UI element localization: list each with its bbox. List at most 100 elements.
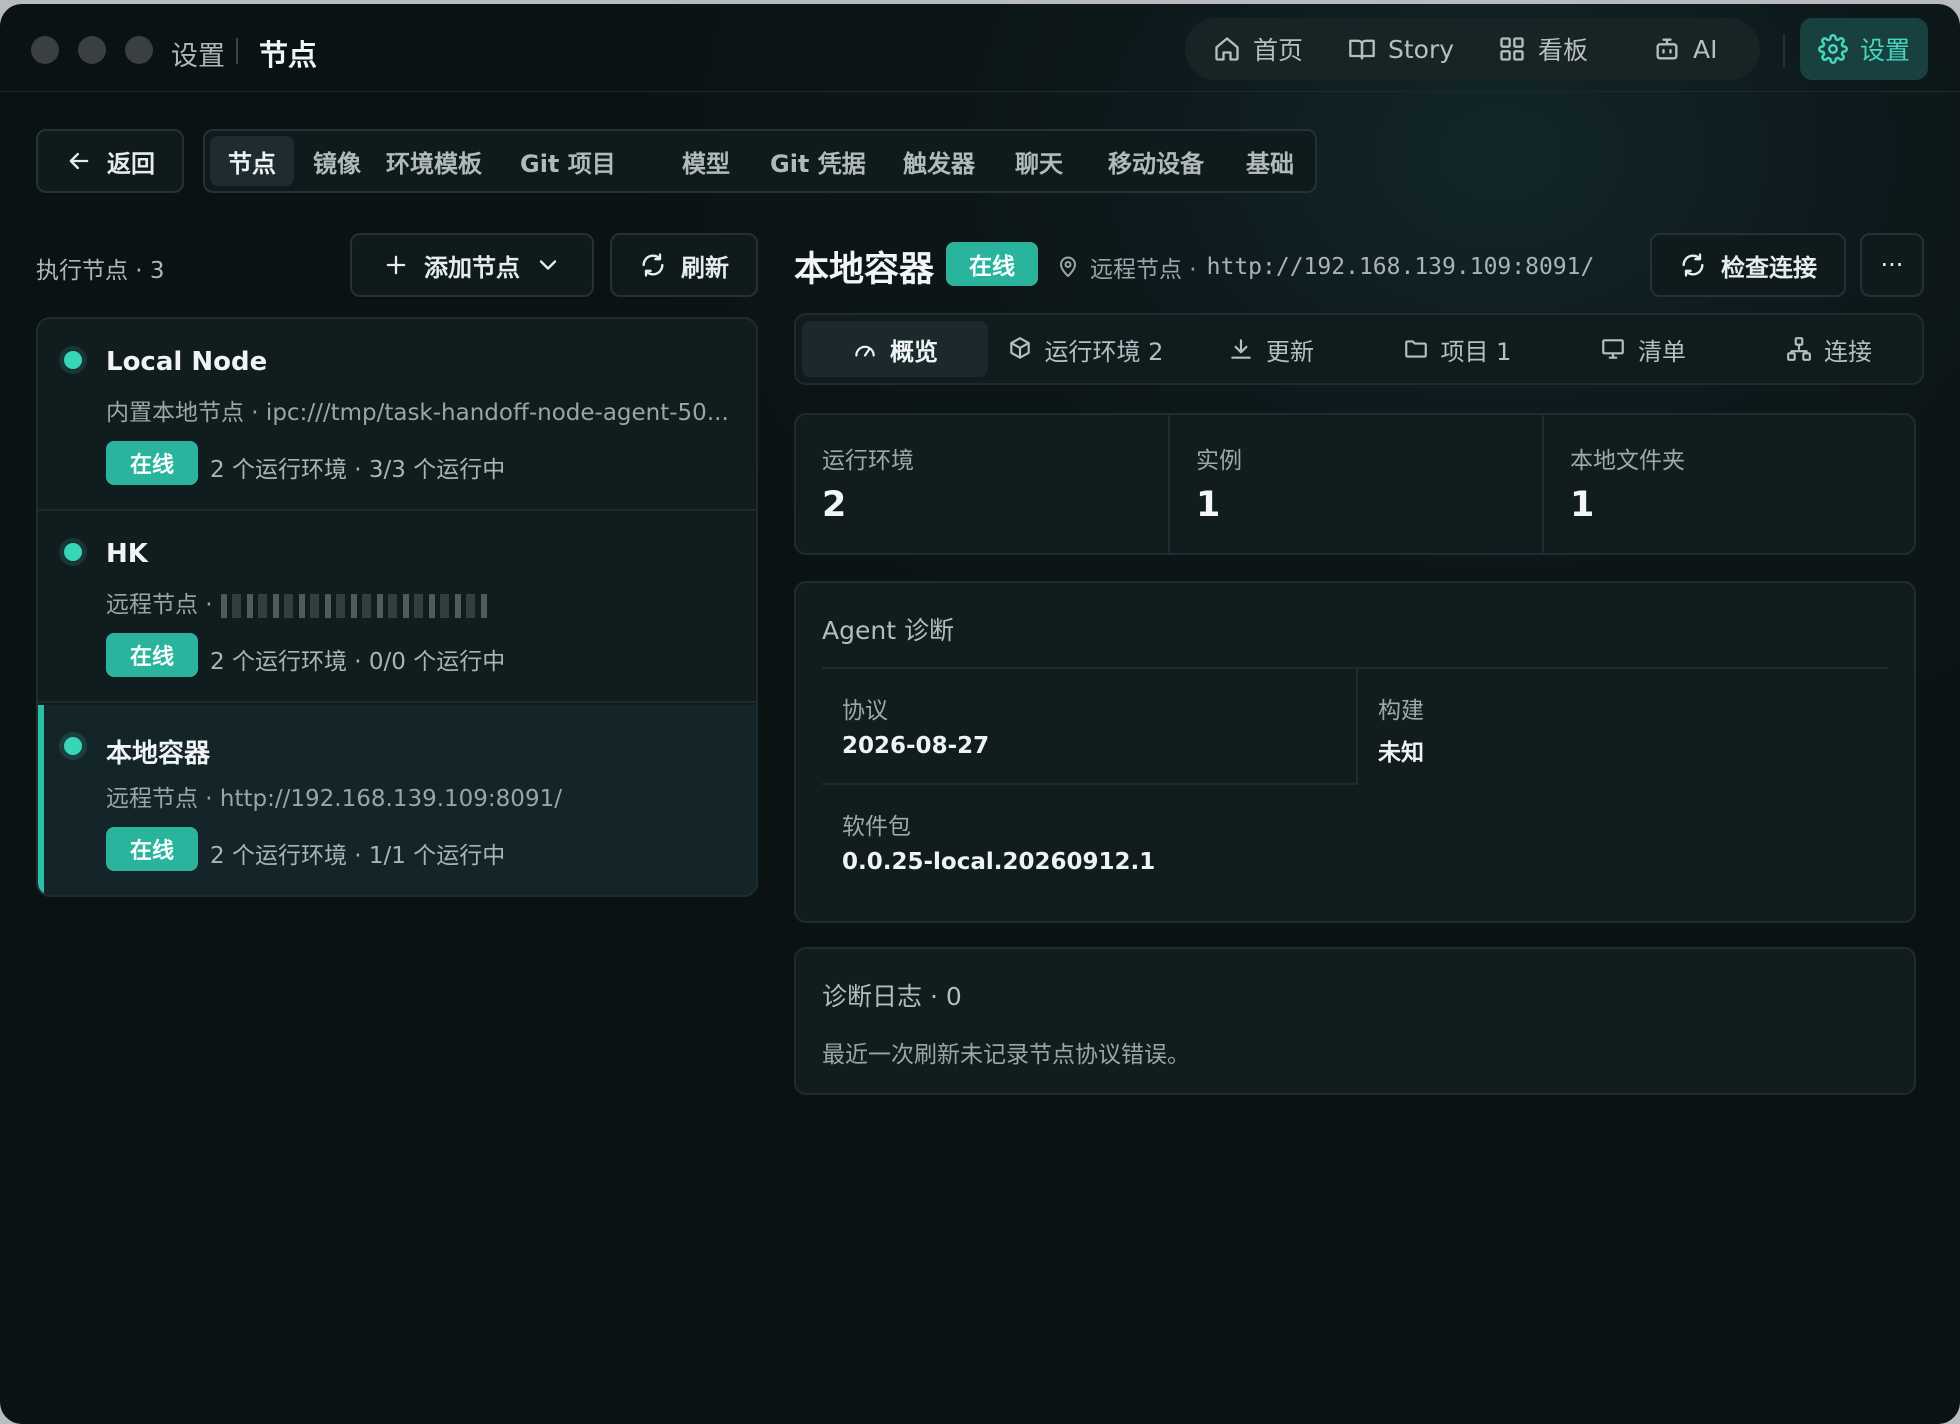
node-list: Local Node 内置本地节点 · ipc:///tmp/task-hand… (36, 317, 758, 897)
location-url: http://192.168.139.109:8091/ (1206, 254, 1595, 280)
node-item-hk[interactable]: HK 远程节点 · 在线 2 个运行环境 · 0/0 个运行中 (38, 511, 756, 703)
cube-icon (1009, 337, 1030, 359)
detail-subtabs: 概览 运行环境 2 更新 项目 1 清单 连接 (794, 313, 1924, 385)
minimize-window-button[interactable] (78, 36, 106, 64)
tab-triggers[interactable]: 触发器 (885, 136, 993, 186)
subtab-projects[interactable]: 项目 1 (1364, 321, 1550, 377)
package-value: 0.0.25-local.20260912.1 (842, 849, 1156, 875)
title-bar: 设置 节点 首页 Story 看板 AI 设置 (0, 4, 1960, 92)
add-node-label: 添加节点 (424, 253, 520, 282)
refresh-icon (642, 253, 664, 277)
nav-board-label: 看板 (1538, 36, 1589, 65)
nav-story[interactable]: Story (1348, 32, 1454, 66)
node-item-local-container[interactable]: 本地容器 远程节点 · http://192.168.139.109:8091/… (38, 705, 756, 895)
protocol-value: 2026-08-27 (842, 733, 990, 759)
stats-panel: 运行环境 2 实例 1 本地文件夹 1 (794, 413, 1916, 555)
stat-value: 1 (1196, 485, 1221, 525)
node-item-local[interactable]: Local Node 内置本地节点 · ipc:///tmp/task-hand… (38, 319, 756, 511)
zoom-window-button[interactable] (125, 36, 153, 64)
status-badge: 在线 (106, 827, 198, 871)
stat-value: 2 (822, 485, 847, 525)
settings-button[interactable]: 设置 (1800, 18, 1928, 80)
tab-git-credentials[interactable]: Git 凭据 (752, 136, 884, 186)
chevron-down-icon (539, 260, 557, 270)
tab-images[interactable]: 镜像 (295, 136, 379, 186)
close-window-button[interactable] (31, 36, 59, 64)
download-icon (1231, 339, 1251, 359)
diagnostics-title: Agent 诊断 (822, 616, 954, 645)
status-badge: 在线 (106, 633, 198, 677)
breadcrumb-parent[interactable]: 设置 (171, 34, 225, 73)
nav-divider (1783, 34, 1785, 68)
gear-icon (1818, 34, 1848, 64)
refresh-icon (1682, 253, 1704, 277)
location-prefix: 远程节点 · (1090, 257, 1197, 283)
status-dot (64, 737, 82, 755)
tab-models[interactable]: 模型 (664, 136, 748, 186)
subtab-manifest[interactable]: 清单 (1550, 321, 1736, 377)
back-button[interactable]: 返回 (36, 129, 184, 193)
nav-home[interactable]: 首页 (1213, 32, 1303, 66)
settings-tabs: 节点 镜像 环境模板 Git 项目 模型 Git 凭据 触发器 聊天 移动设备 … (203, 129, 1317, 193)
nav-home-label: 首页 (1253, 36, 1304, 65)
subtab-connection[interactable]: 连接 (1736, 321, 1922, 377)
tab-basics[interactable]: 基础 (1228, 136, 1312, 186)
divider (822, 783, 1358, 785)
stat-value: 1 (1570, 485, 1595, 525)
book-icon (1349, 39, 1375, 60)
settings-label: 设置 (1859, 36, 1910, 65)
gauge-icon (855, 345, 875, 357)
app-window: 设置 节点 首页 Story 看板 AI 设置 返回 节点 镜像 环境模板 Gi… (0, 4, 1960, 1424)
stat-label: 本地文件夹 (1570, 448, 1685, 474)
stat-runtimes: 运行环境 2 (796, 415, 1168, 553)
tab-git-projects[interactable]: Git 项目 (502, 136, 634, 186)
node-address-prefix: 远程节点 · (106, 592, 213, 618)
nav-ai[interactable]: AI (1653, 32, 1717, 66)
nodes-count: 执行节点 · 3 (36, 258, 165, 284)
status-dot (64, 351, 82, 369)
monitor-icon (1602, 339, 1624, 359)
stat-label: 运行环境 (822, 448, 914, 474)
robot-icon (1656, 38, 1678, 60)
refresh-label: 刷新 (681, 253, 729, 282)
build-value: 未知 (1378, 740, 1424, 766)
status-dot (64, 543, 82, 561)
check-connection-button[interactable]: 检查连接 (1650, 233, 1846, 297)
detail-status-badge: 在线 (946, 242, 1038, 286)
add-node-button[interactable]: 添加节点 (350, 233, 594, 297)
divider (1356, 669, 1358, 785)
home-icon (1215, 37, 1239, 61)
divider (822, 667, 1888, 669)
stat-instances: 实例 1 (1170, 415, 1542, 553)
nav-ai-label: AI (1693, 34, 1718, 64)
subtab-updates[interactable]: 更新 (1178, 321, 1364, 377)
grid-icon (1500, 37, 1524, 61)
agent-diagnostics-panel: Agent 诊断 协议 2026-08-27 构建 未知 软件包 0.0.25-… (794, 581, 1916, 923)
node-meta: 2 个运行环境 · 3/3 个运行中 (210, 457, 506, 483)
tab-env-templates[interactable]: 环境模板 (368, 136, 500, 186)
subtab-manifest-label: 清单 (1638, 337, 1686, 366)
node-name: HK (106, 539, 148, 569)
arrow-left-icon (69, 152, 89, 170)
more-options-button[interactable]: ··· (1860, 233, 1924, 297)
detail-title: 本地容器 (794, 250, 935, 290)
subtab-overview[interactable]: 概览 (802, 321, 988, 377)
node-address: 内置本地节点 · ipc:///tmp/task-handoff-node-ag… (106, 400, 729, 426)
tab-nodes[interactable]: 节点 (210, 136, 294, 186)
top-navigation: 首页 Story 看板 AI (1185, 18, 1760, 80)
node-meta: 2 个运行环境 · 0/0 个运行中 (210, 649, 506, 675)
tab-mobile-devices[interactable]: 移动设备 (1090, 136, 1222, 186)
nav-board[interactable]: 看板 (1498, 32, 1588, 66)
back-label: 返回 (107, 149, 155, 178)
package-label: 软件包 (842, 814, 911, 840)
subtab-runtimes-label: 运行环境 2 (1044, 337, 1164, 366)
plus-icon (386, 255, 406, 275)
tab-chat[interactable]: 聊天 (997, 136, 1081, 186)
node-address: 远程节点 · http://192.168.139.109:8091/ (106, 786, 562, 812)
node-name: Local Node (106, 347, 268, 377)
stat-local-folders: 本地文件夹 1 (1544, 415, 1916, 553)
refresh-button[interactable]: 刷新 (610, 233, 758, 297)
check-connection-label: 检查连接 (1721, 253, 1817, 282)
protocol-label: 协议 (842, 698, 888, 724)
subtab-runtimes[interactable]: 运行环境 2 (992, 321, 1178, 377)
